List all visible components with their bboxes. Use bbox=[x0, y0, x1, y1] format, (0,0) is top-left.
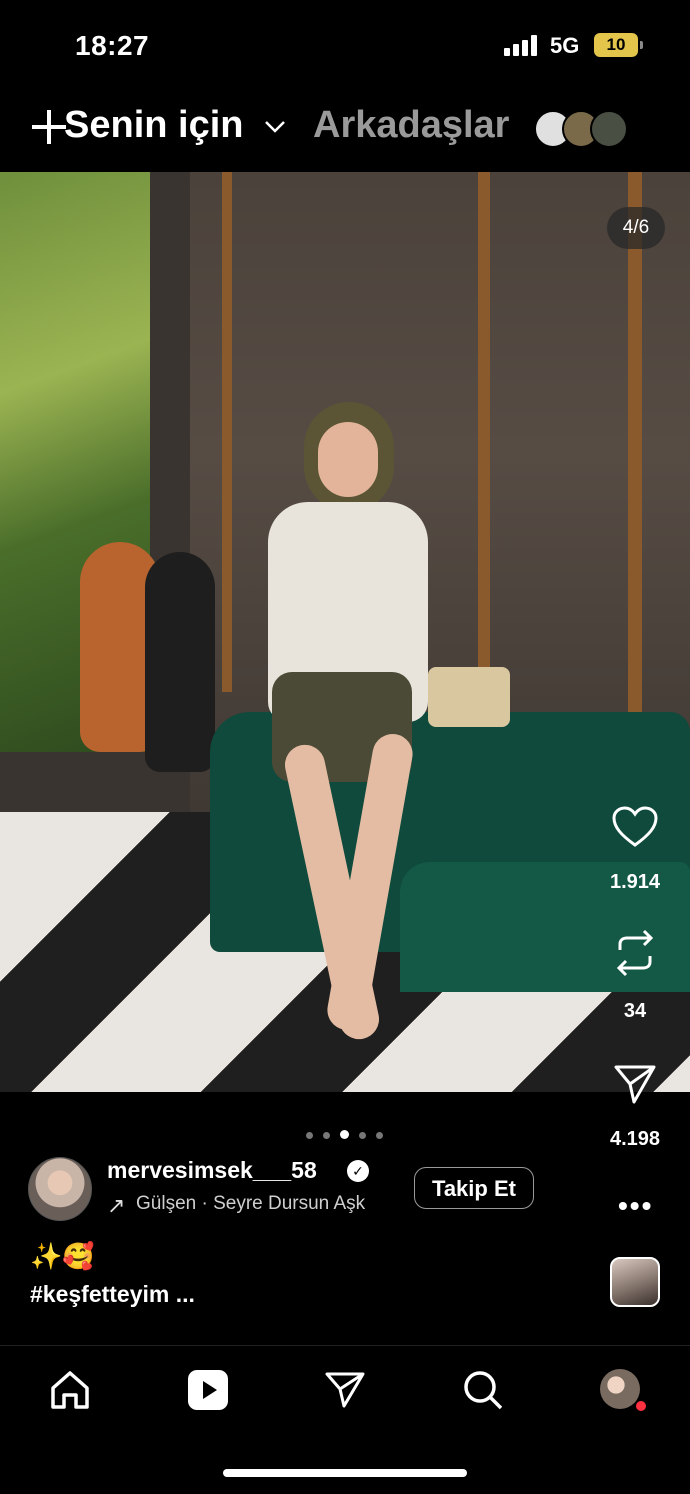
plus-icon[interactable] bbox=[30, 108, 68, 146]
bottom-nav bbox=[0, 1360, 690, 1420]
chevron-down-icon[interactable] bbox=[264, 114, 286, 140]
network-label: 5G bbox=[550, 33, 580, 58]
follow-button[interactable]: Takip Et bbox=[414, 1167, 534, 1209]
profile-avatar[interactable] bbox=[600, 1369, 640, 1409]
verified-icon: ✓ bbox=[347, 1160, 369, 1182]
feed-header: Senin için Arkadaşlar bbox=[0, 100, 690, 160]
reels-icon[interactable] bbox=[186, 1368, 230, 1412]
repost-action[interactable]: 34 bbox=[590, 928, 680, 1023]
carousel-dot bbox=[323, 1132, 330, 1139]
direct-icon[interactable] bbox=[323, 1368, 367, 1412]
status-bar: 18:27 5G 10 bbox=[0, 0, 690, 90]
carousel-dots bbox=[306, 1126, 393, 1139]
home-indicator[interactable] bbox=[223, 1469, 467, 1477]
like-action[interactable]: 1.914 bbox=[590, 805, 680, 894]
friend-avatar[interactable] bbox=[590, 110, 628, 148]
tab-for-you[interactable]: Senin için bbox=[64, 104, 243, 147]
wall-frame bbox=[478, 172, 490, 672]
battery-icon: 10 bbox=[594, 33, 643, 57]
carousel-dot-active bbox=[340, 1130, 349, 1139]
share-count: 4.198 bbox=[609, 1128, 661, 1150]
share-action[interactable]: 4.198 bbox=[590, 1062, 680, 1151]
like-count: 1.914 bbox=[609, 871, 661, 893]
home-icon[interactable] bbox=[48, 1368, 92, 1412]
search-icon[interactable] bbox=[461, 1368, 505, 1412]
repost-count: 34 bbox=[623, 1000, 647, 1022]
person-face bbox=[318, 422, 378, 497]
send-icon[interactable] bbox=[612, 1062, 658, 1106]
carousel-dot bbox=[376, 1132, 383, 1139]
music-track[interactable]: Gülşen · Seyre Dursun Aşk bbox=[136, 1193, 392, 1215]
tab-friends[interactable]: Arkadaşlar bbox=[313, 104, 509, 147]
black-bear-figure bbox=[145, 552, 215, 772]
handbag bbox=[428, 667, 510, 727]
carousel-dot bbox=[359, 1132, 366, 1139]
author-username[interactable]: mervesimsek___58 bbox=[107, 1157, 317, 1184]
signal-icon bbox=[504, 34, 540, 56]
caption-emojis: ✨🥰 bbox=[30, 1241, 95, 1271]
music-arrow-icon: ↗ bbox=[107, 1193, 126, 1218]
heart-icon[interactable] bbox=[611, 805, 659, 849]
author-avatar[interactable] bbox=[28, 1157, 92, 1221]
more-options-icon[interactable]: ••• bbox=[618, 1190, 653, 1222]
audio-thumbnail[interactable] bbox=[610, 1257, 660, 1307]
carousel-dot bbox=[306, 1132, 313, 1139]
wall-frame bbox=[628, 172, 642, 732]
notification-dot bbox=[636, 1401, 646, 1411]
repost-icon[interactable] bbox=[612, 928, 658, 978]
post-media[interactable]: 4/6 bbox=[0, 172, 690, 1092]
wall-frame bbox=[222, 172, 232, 692]
nav-divider bbox=[0, 1345, 690, 1346]
carousel-counter: 4/6 bbox=[607, 207, 665, 249]
post-caption[interactable]: #keşfetteyim ... bbox=[30, 1281, 195, 1308]
status-time: 18:27 bbox=[75, 30, 150, 61]
